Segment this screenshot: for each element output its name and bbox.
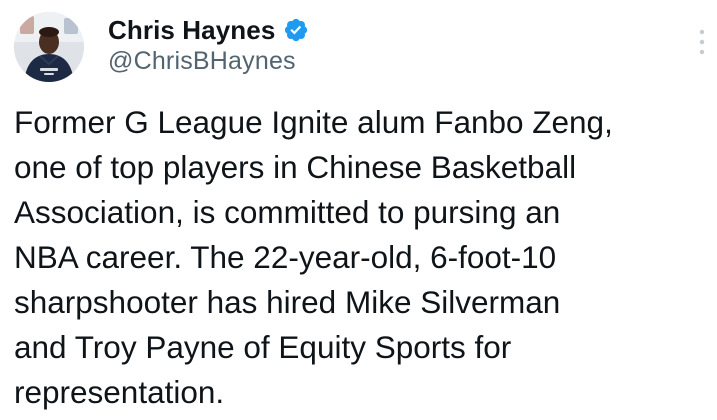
avatar-image bbox=[14, 12, 84, 82]
more-vertical-icon bbox=[699, 29, 705, 55]
tweet-card: Chris Haynes @ChrisBHaynes Former G Leag… bbox=[0, 0, 717, 420]
more-options-button[interactable] bbox=[692, 24, 712, 60]
author-handle[interactable]: @ChrisBHaynes bbox=[108, 47, 296, 76]
author-name-row[interactable]: Chris Haynes bbox=[108, 12, 309, 48]
author-avatar[interactable] bbox=[14, 12, 84, 82]
verified-badge-icon bbox=[283, 17, 309, 43]
tweet-body-text: Former G League Ignite alum Fanbo Zeng, … bbox=[14, 104, 613, 410]
author-display-name[interactable]: Chris Haynes bbox=[108, 15, 275, 46]
